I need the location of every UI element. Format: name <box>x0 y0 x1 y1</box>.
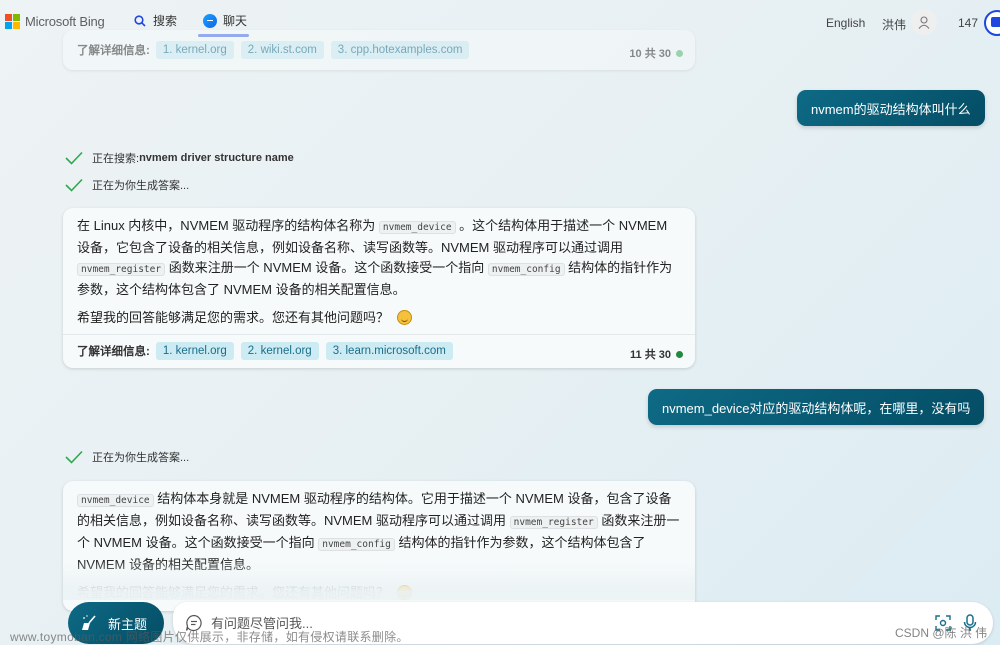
answer-text: 在 Linux 内核中，NVMEM 驱动程序的结构体名称为 nvmem_devi… <box>63 208 695 328</box>
inline-code: nvmem_config <box>318 538 395 551</box>
user-message: nvmem_device对应的驱动结构体呢，在哪里，没有吗 <box>648 389 985 425</box>
status-label: 正在搜索: <box>92 153 140 165</box>
rewards-points[interactable]: 147 <box>958 16 978 30</box>
user-message: nvmem的驱动结构体叫什么 <box>797 90 985 126</box>
scroll-fade <box>63 560 695 600</box>
search-icon <box>134 14 146 27</box>
tab-search[interactable]: 搜索 <box>134 12 177 29</box>
source-link[interactable]: 3. learn.microsoft.com <box>325 342 453 360</box>
status-dot <box>676 49 683 57</box>
inline-code: nvmem_device <box>378 221 456 234</box>
check-icon <box>65 178 83 192</box>
turn-counter-text: 11 共 30 <box>630 349 671 361</box>
status-label: 正在为你生成答案... <box>92 452 190 464</box>
turn-counter-text: 10 共 30 <box>629 48 671 60</box>
inline-code: nvmem_register <box>509 516 598 529</box>
user-icon <box>918 15 930 29</box>
brand-name: Microsoft Bing <box>25 14 105 29</box>
language-link[interactable]: English <box>826 16 865 30</box>
check-icon <box>65 450 83 464</box>
bing-logo[interactable]: Microsoft Bing <box>5 14 105 29</box>
turn-counter: 11 共 30 <box>630 346 683 362</box>
status-dot <box>676 350 683 358</box>
source-link[interactable]: 1. kernel.org <box>155 342 234 360</box>
microsoft-logo-icon <box>5 14 20 29</box>
status-generating: 正在为你生成答案... <box>65 449 189 465</box>
smile-emoji-icon <box>397 310 413 325</box>
watermark-text: www.toymoban.com 网络图片仅供展示，非存储，如有侵权请联系删除。 <box>10 630 409 644</box>
inline-code: nvmem_device <box>77 494 154 507</box>
answer-paragraph: 希望我的回答能够满足您的需求。您还有其他问题吗？ <box>77 308 681 328</box>
learn-more-row: 了解详细信息: 1. kernel.org 2. wiki.st.com 3. … <box>63 41 695 59</box>
tab-chat-label: 聊天 <box>223 14 248 28</box>
check-icon <box>65 151 83 165</box>
search-query: nvmem driver structure name <box>139 152 294 164</box>
learn-more-label: 了解详细信息: <box>77 45 150 57</box>
turn-counter: 10 共 30 <box>629 45 683 61</box>
learn-more-row: 了解详细信息: 1. kernel.org 2. kernel.org 3. l… <box>63 342 695 360</box>
status-label: 正在为你生成答案... <box>92 180 190 192</box>
source-link[interactable]: 2. kernel.org <box>240 342 319 360</box>
tab-search-label: 搜索 <box>153 14 178 28</box>
learn-more-label: 了解详细信息: <box>77 346 150 358</box>
answer-card: 在 Linux 内核中，NVMEM 驱动程序的结构体名称为 nvmem_devi… <box>63 208 695 368</box>
answer-paragraph: 在 Linux 内核中，NVMEM 驱动程序的结构体名称为 nvmem_devi… <box>77 218 673 297</box>
inline-code: nvmem_register <box>77 263 166 276</box>
status-searching: 正在搜索: nvmem driver structure name <box>65 150 294 166</box>
tab-chat[interactable]: 聊天 <box>203 12 247 29</box>
divider <box>63 334 695 335</box>
inline-code: nvmem_config <box>487 263 565 276</box>
source-link[interactable]: 1. kernel.org <box>155 41 234 59</box>
chat-icon <box>203 13 217 28</box>
source-link[interactable]: 2. wiki.st.com <box>240 41 324 59</box>
previous-answer-card: 了解详细信息: 1. kernel.org 2. wiki.st.com 3. … <box>63 30 695 70</box>
csdn-watermark: CSDN @陈 洪 伟 <box>895 626 988 640</box>
rewards-trophy-icon[interactable] <box>984 10 1000 36</box>
status-generating: 正在为你生成答案... <box>65 177 189 193</box>
username-label[interactable]: 洪伟 <box>882 16 906 33</box>
source-link[interactable]: 3. cpp.hotexamples.com <box>330 41 470 59</box>
avatar[interactable] <box>911 9 937 35</box>
